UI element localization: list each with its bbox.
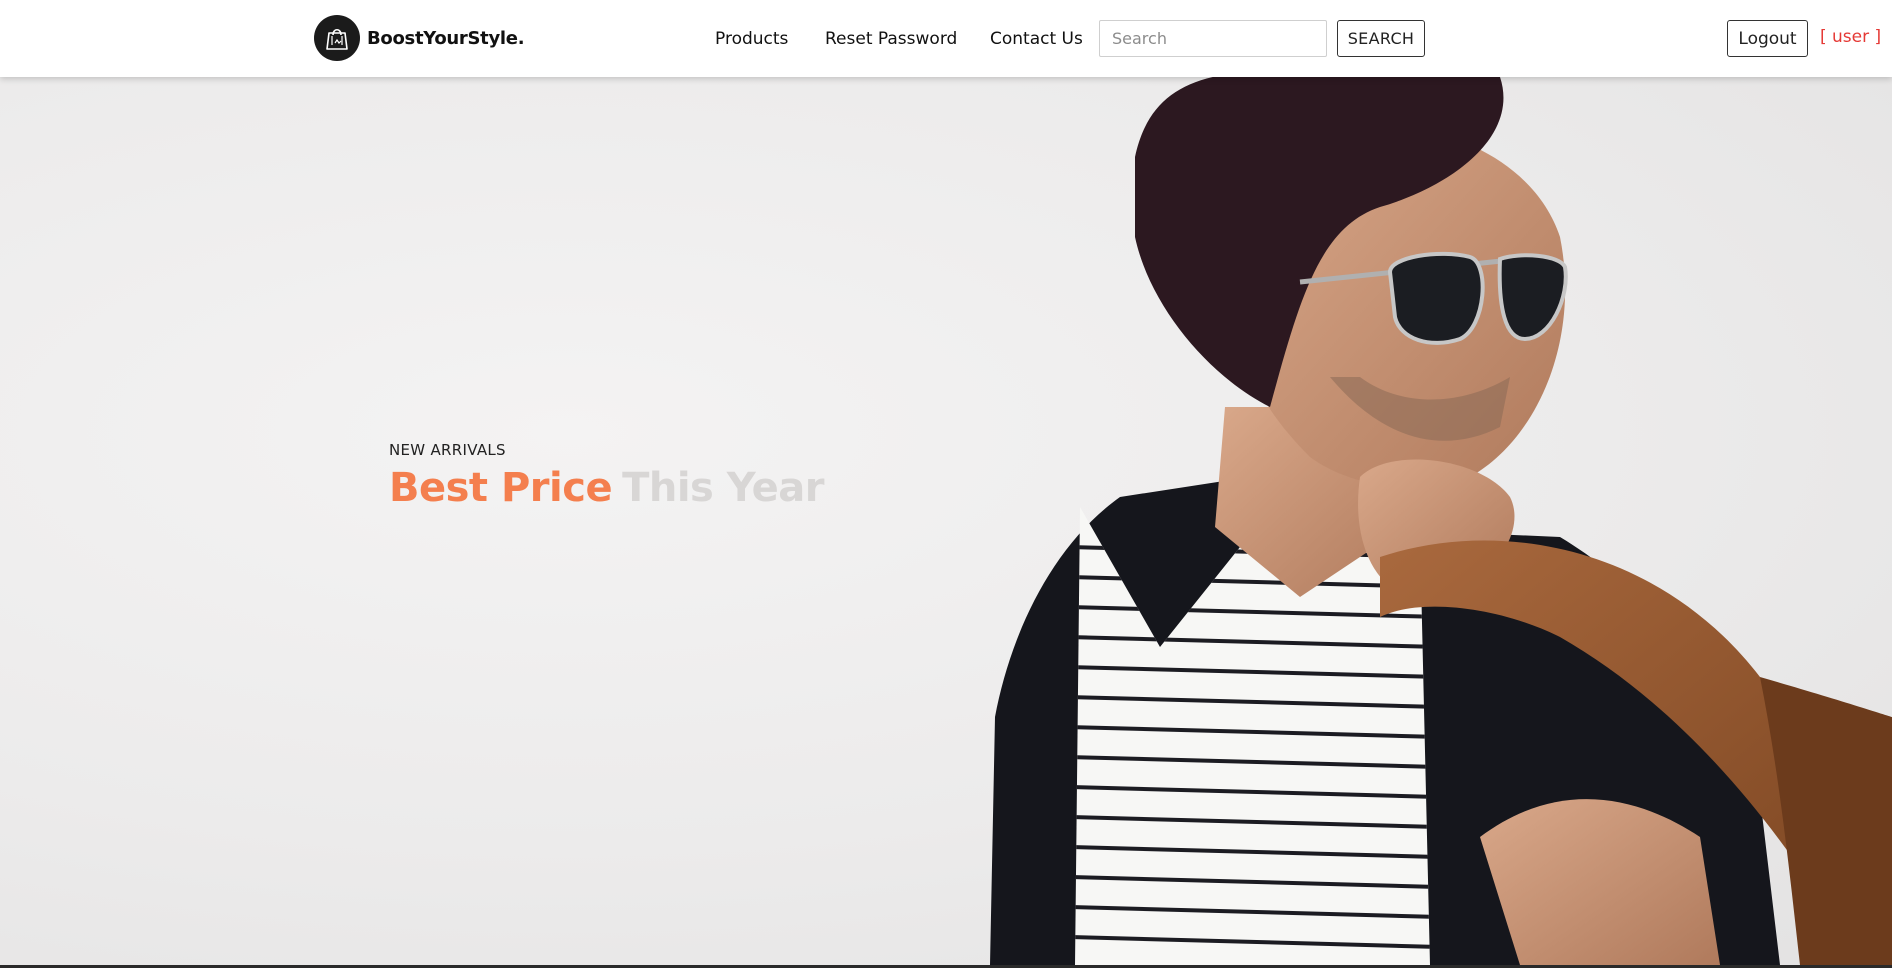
brand-name: BoostYourStyle. [367,27,525,49]
hero-model-image [990,77,1892,965]
hero-banner: NEW ARRIVALS Best Price This Year [0,77,1892,965]
search-input[interactable] [1099,20,1327,57]
hero-title-accent: Best Price [389,465,613,511]
search-button[interactable]: SEARCH [1337,20,1425,57]
shopping-bag-icon [314,15,360,61]
nav-contact-us-link[interactable]: Contact Us [990,28,1083,50]
top-navbar: BoostYourStyle. Products Reset Password … [0,0,1892,77]
hero-title-faded: This Year [622,465,824,511]
hero-eyebrow: NEW ARRIVALS [389,441,506,459]
logout-button[interactable]: Logout [1727,20,1808,57]
nav-reset-password-link[interactable]: Reset Password [825,28,957,50]
nav-products-link[interactable]: Products [715,28,788,50]
current-user-label: [ user ] [1820,27,1882,47]
brand-logo-link[interactable]: BoostYourStyle. [314,15,525,61]
hero-title: Best Price This Year [389,465,824,511]
